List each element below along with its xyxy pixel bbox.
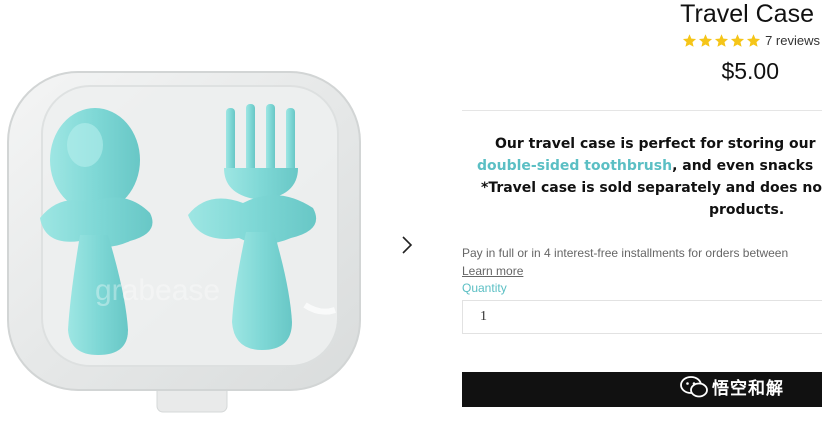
embossed-brand-text: grabease	[95, 274, 220, 307]
quantity-input[interactable]	[462, 300, 822, 334]
product-title: Travel Case	[680, 0, 814, 28]
description-line: *Travel case is sold separately and does…	[481, 180, 822, 196]
learn-more-link[interactable]: Learn more	[462, 264, 523, 278]
toothbrush-link[interactable]: double-sided toothbrush	[477, 158, 672, 174]
product-page: grabease Travel Case 7 reviews $5.00 Our…	[0, 0, 822, 423]
quantity-label: Quantity	[462, 281, 507, 295]
star-rating	[682, 33, 761, 48]
next-image-button[interactable]	[396, 232, 418, 258]
reviews-link[interactable]: 7 reviews	[765, 33, 820, 48]
star-icon	[683, 34, 697, 47]
description-text: , and even snacks	[672, 158, 814, 174]
star-icon	[715, 34, 729, 47]
star-icon	[699, 34, 713, 47]
installments-text: Pay in full or in 4 interest-free instal…	[462, 246, 789, 260]
watermark-text: 悟空和解	[712, 379, 784, 399]
wechat-icon	[680, 375, 708, 397]
product-image-gallery: grabease	[0, 0, 395, 423]
divider	[462, 110, 822, 111]
star-icon	[747, 34, 761, 47]
product-rating[interactable]: 7 reviews	[682, 33, 820, 48]
travel-case-image: grabease	[7, 71, 361, 413]
description-line: products.	[709, 202, 785, 218]
watermark: 悟空和解	[680, 374, 784, 399]
chevron-right-icon	[402, 236, 413, 254]
product-price: $5.00	[721, 58, 779, 84]
description-line: Our travel case is perfect for storing o…	[495, 136, 816, 152]
description-line: double-sided toothbrush, and even snacks	[477, 155, 813, 177]
product-info: Travel Case 7 reviews $5.00 Our travel c…	[462, 0, 822, 423]
star-icon	[731, 34, 745, 47]
